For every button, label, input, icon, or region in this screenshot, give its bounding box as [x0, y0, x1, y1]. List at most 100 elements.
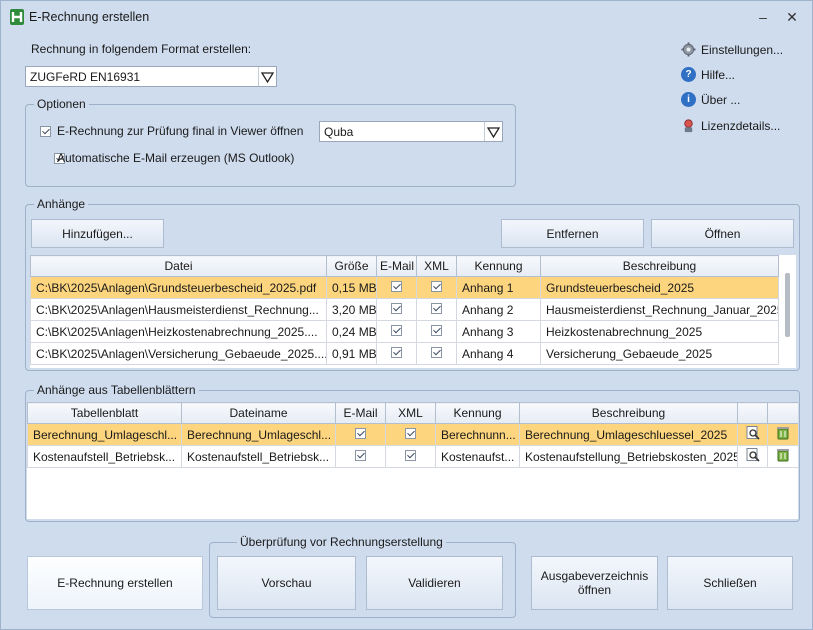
window-title: E-Rechnung erstellen	[29, 10, 150, 24]
sheets-group: Anhänge aus Tabellenblättern Tabellenbla…	[25, 383, 800, 522]
email-cell	[376, 276, 417, 299]
check-legend: Überprüfung vor Rechnungserstellung	[237, 535, 446, 549]
chevron-down-icon[interactable]	[258, 67, 276, 86]
create-invoice-button[interactable]: E-Rechnung erstellen	[27, 556, 203, 610]
desc-cell: Hausmeisterdienst_Rechnung_Januar_2025	[540, 298, 779, 321]
xml-cell	[416, 342, 457, 365]
sheets-legend: Anhänge aus Tabellenblättern	[34, 383, 199, 397]
validate-button[interactable]: Validieren	[366, 556, 503, 610]
column-header	[767, 402, 798, 424]
row-xml-checkbox[interactable]	[405, 427, 416, 439]
table-row[interactable]: Berechnung_Umlageschl... Berechnung_Umla…	[27, 423, 798, 446]
viewer-select[interactable]: Quba	[319, 121, 503, 142]
desc-cell: Grundsteuerbescheid_2025	[540, 276, 779, 299]
sheet-cell: Berechnung_Umlageschl...	[27, 423, 182, 446]
preview-button[interactable]: Vorschau	[217, 556, 356, 610]
xml-cell	[416, 276, 457, 299]
preview-cell	[737, 423, 768, 446]
desc-cell: Versicherung_Gebaeude_2025	[540, 342, 779, 365]
open-output-folder-button[interactable]: Ausgabeverzeichnis öffnen	[531, 556, 658, 610]
sheets-table: Tabellenblatt Dateiname E-Mail XML Kennu…	[27, 402, 798, 468]
scrollbar-thumb[interactable]	[785, 273, 790, 337]
column-header[interactable]: Größe	[326, 255, 377, 277]
trash-icon[interactable]	[777, 426, 789, 440]
dialog-window: E-Rechnung erstellen – ✕ Rechnung in fol…	[0, 0, 813, 630]
delete-cell	[767, 423, 798, 446]
settings-link-label: Einstellungen...	[701, 42, 784, 57]
table-row[interactable]: C:\BK\2025\Anlagen\Versicherung_Gebaeude…	[30, 342, 779, 365]
row-xml-checkbox[interactable]	[405, 449, 416, 461]
table-row[interactable]: Kostenaufstell_Betriebsk... Kostenaufste…	[27, 445, 798, 468]
row-xml-checkbox[interactable]	[431, 302, 442, 314]
about-link[interactable]: i Über ...	[681, 92, 740, 107]
id-cell: Anhang 2	[456, 298, 541, 321]
column-header[interactable]: Kennung	[435, 402, 520, 424]
row-xml-checkbox[interactable]	[431, 324, 442, 336]
sheet-cell: Kostenaufstell_Betriebsk...	[27, 445, 182, 468]
size-cell: 0,91 MB	[326, 342, 377, 365]
delete-cell	[767, 445, 798, 468]
minimize-button[interactable]: –	[751, 7, 775, 27]
row-email-checkbox[interactable]	[355, 427, 366, 439]
filename-cell: Kostenaufstell_Betriebsk...	[181, 445, 336, 468]
column-header[interactable]: E-Mail	[335, 402, 386, 424]
column-header[interactable]: XML	[385, 402, 436, 424]
column-header[interactable]: Kennung	[456, 255, 541, 277]
vertical-scrollbar[interactable]	[780, 255, 796, 368]
help-link-label: Hilfe...	[701, 67, 736, 82]
column-header[interactable]: Beschreibung	[519, 402, 738, 424]
row-email-checkbox[interactable]	[391, 280, 402, 292]
row-xml-checkbox[interactable]	[431, 346, 442, 358]
table-row[interactable]: C:\BK\2025\Anlagen\Grundsteuerbescheid_2…	[30, 276, 779, 299]
id-cell: Kostenaufst...	[435, 445, 520, 468]
magnifier-icon[interactable]	[746, 448, 760, 462]
attachments-legend: Anhänge	[34, 197, 89, 211]
table-row[interactable]: C:\BK\2025\Anlagen\Hausmeisterdienst_Rec…	[30, 298, 779, 321]
info-icon: i	[681, 92, 696, 107]
file-cell: C:\BK\2025\Anlagen\Hausmeisterdienst_Rec…	[30, 298, 327, 321]
gear-icon	[681, 42, 696, 57]
license-link[interactable]: Lizenzdetails...	[681, 118, 780, 133]
magnifier-icon[interactable]	[746, 426, 760, 440]
add-attachment-button[interactable]: Hinzufügen...	[31, 219, 164, 248]
sheets-table-wrapper: Tabellenblatt Dateiname E-Mail XML Kennu…	[27, 402, 798, 519]
column-header[interactable]: XML	[416, 255, 457, 277]
column-header[interactable]: E-Mail	[376, 255, 417, 277]
column-header[interactable]: Tabellenblatt	[27, 402, 182, 424]
column-header[interactable]: Dateiname	[181, 402, 336, 424]
settings-link[interactable]: Einstellungen...	[681, 42, 783, 57]
app-logo-icon	[10, 9, 24, 25]
open-attachment-button[interactable]: Öffnen	[651, 219, 794, 248]
email-cell	[376, 342, 417, 365]
license-icon	[684, 119, 693, 133]
help-link[interactable]: ? Hilfe...	[681, 67, 735, 82]
close-button[interactable]: Schließen	[667, 556, 793, 610]
preview-cell	[737, 445, 768, 468]
format-select[interactable]: ZUGFeRD EN16931	[25, 66, 277, 87]
table-row[interactable]: C:\BK\2025\Anlagen\Heizkostenabrechnung_…	[30, 320, 779, 343]
viewer-checkbox[interactable]	[40, 126, 51, 137]
chevron-down-icon[interactable]	[484, 122, 502, 141]
close-window-button[interactable]: ✕	[780, 7, 804, 27]
filename-cell: Berechnung_Umlageschl...	[181, 423, 336, 446]
size-cell: 0,24 MB	[326, 320, 377, 343]
xml-cell	[416, 298, 457, 321]
title-bar: E-Rechnung erstellen – ✕	[1, 1, 812, 33]
file-cell: C:\BK\2025\Anlagen\Grundsteuerbescheid_2…	[30, 276, 327, 299]
row-email-checkbox[interactable]	[391, 302, 402, 314]
column-header[interactable]: Beschreibung	[540, 255, 779, 277]
row-email-checkbox[interactable]	[391, 346, 402, 358]
format-select-value: ZUGFeRD EN16931	[30, 70, 141, 84]
desc-cell: Heizkostenabrechnung_2025	[540, 320, 779, 343]
email-cell	[335, 423, 386, 446]
xml-cell	[385, 445, 436, 468]
email-checkbox-label: Automatische E-Mail erzeugen (MS Outlook…	[57, 151, 295, 165]
remove-attachment-button[interactable]: Entfernen	[501, 219, 644, 248]
column-header[interactable]: Datei	[30, 255, 327, 277]
row-email-checkbox[interactable]	[355, 449, 366, 461]
attachments-header-row: Datei Größe E-Mail XML Kennung Beschreib…	[30, 255, 779, 277]
row-xml-checkbox[interactable]	[431, 280, 442, 292]
size-cell: 0,15 MB	[326, 276, 377, 299]
trash-icon[interactable]	[777, 448, 789, 462]
row-email-checkbox[interactable]	[391, 324, 402, 336]
